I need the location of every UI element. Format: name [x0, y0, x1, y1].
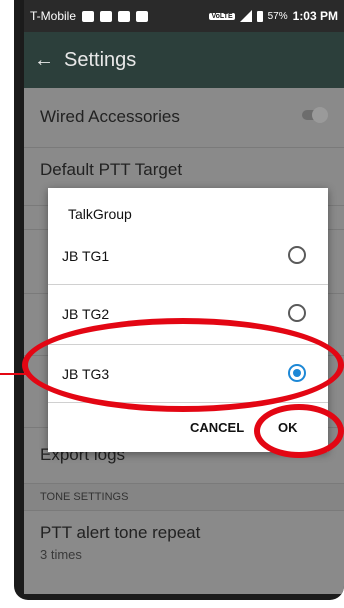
- cancel-button[interactable]: CANCEL: [190, 420, 244, 435]
- message-icon: [82, 10, 95, 22]
- signal-icon: [239, 10, 252, 22]
- setting-wired-accessories[interactable]: Wired Accessories: [24, 88, 344, 148]
- annotation-ellipse-ok: [254, 404, 344, 458]
- status-bar: T-Mobile VoLTE 57% 1:03 PM: [24, 0, 344, 32]
- divider: [48, 284, 328, 285]
- arrow-left-icon[interactable]: ←: [24, 49, 64, 72]
- battery-icon: [256, 10, 263, 22]
- carrier-label: T-Mobile: [30, 9, 77, 23]
- volte-badge: VoLTE: [209, 12, 235, 20]
- option-label: JB TG1: [62, 248, 110, 264]
- app-bar: ← Settings: [24, 32, 344, 88]
- radio-button[interactable]: [288, 246, 306, 264]
- annotation-ellipse-option: [22, 318, 344, 412]
- setting-title: Wired Accessories: [40, 107, 180, 126]
- app-notification-icon: [100, 10, 113, 22]
- clock: 1:03 PM: [292, 9, 338, 23]
- radio-button[interactable]: [288, 304, 306, 322]
- wired-accessories-toggle[interactable]: [302, 107, 328, 123]
- option-label: JB TG2: [62, 306, 110, 322]
- setting-ptt-alert-tone[interactable]: PTT alert tone repeat 3 times: [24, 511, 344, 583]
- setting-value: 3 times: [40, 547, 82, 562]
- setting-title: PTT alert tone repeat: [40, 523, 201, 542]
- status-indicators: VoLTE 57% 1:03 PM: [209, 9, 338, 23]
- app-notification-icon: [118, 10, 131, 22]
- section-header-tone: TONE SETTINGS: [24, 484, 344, 511]
- notification-icons: [82, 10, 149, 22]
- dialog-title: TalkGroup: [68, 206, 132, 222]
- battery-percent: 57%: [267, 10, 288, 22]
- annotation-pointer-line: [0, 373, 26, 375]
- setting-title: Default PTT Target: [40, 160, 183, 179]
- page-title: Settings: [64, 48, 137, 71]
- calendar-icon: [136, 10, 149, 22]
- option-jb-tg1[interactable]: JB TG1: [48, 228, 328, 284]
